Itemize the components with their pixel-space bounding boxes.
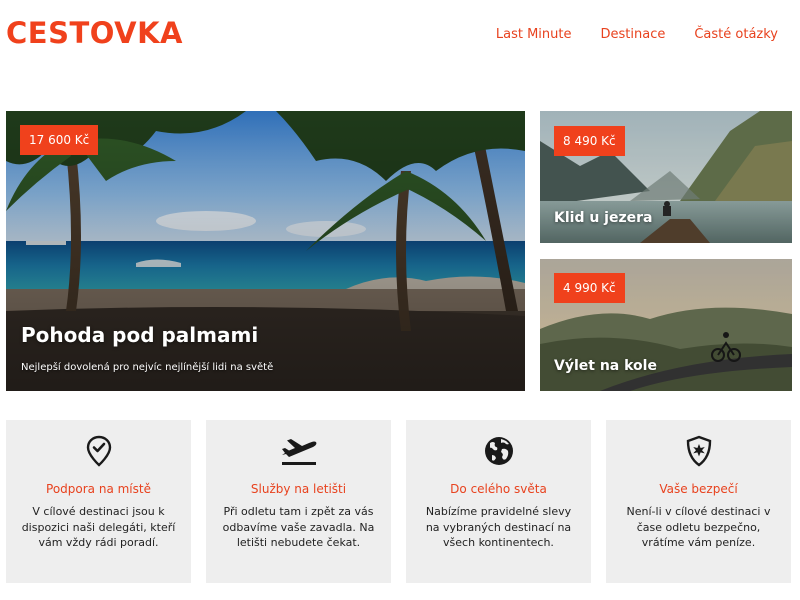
feature-title: Do celého světa (450, 482, 547, 496)
feature-text: Nabízíme pravidelné slevy na vybraných d… (425, 505, 572, 549)
feature-card-world: Do celého světa Nabízíme pravidelné slev… (406, 420, 591, 583)
feature-card-support: Podpora na místě V cílové destinaci jsou… (6, 420, 191, 583)
tile-title: Výlet na kole (554, 358, 657, 374)
price-badge: 17 600 Kč (20, 125, 99, 155)
location-check-icon (86, 435, 111, 467)
feature-title: Služby na letišti (250, 482, 347, 496)
globe-icon (484, 437, 513, 465)
offer-tile-bike[interactable]: 4 990 Kč Výlet na kole (540, 259, 792, 391)
tile-title: Pohoda pod palmami (21, 323, 259, 347)
nav-link-caste-otazky[interactable]: Časté otázky (694, 27, 778, 42)
price-badge: 4 990 Kč (554, 273, 625, 303)
feature-text: V cílové destinaci jsou k dispozici naši… (21, 505, 176, 549)
shield-icon (686, 435, 711, 467)
nav-link-last-minute[interactable]: Last Minute (496, 27, 572, 42)
feature-text: Není-li v cílové destinaci v čase odletu… (626, 505, 771, 549)
feature-title: Podpora na místě (46, 482, 151, 496)
nav-link-destinace[interactable]: Destinace (601, 27, 666, 42)
airplane-departure-icon (281, 439, 316, 465)
site-logo[interactable]: CESTOVKA (6, 16, 183, 50)
feature-text: Při odletu tam i zpět za vás odbavíme va… (222, 505, 375, 549)
price-badge: 8 490 Kč (554, 126, 625, 156)
tile-title: Klid u jezera (554, 210, 653, 226)
tile-subtitle: Nejlepší dovolená pro nejvíc nejlínější … (21, 362, 274, 373)
feature-title: Vaše bezpečí (659, 482, 738, 496)
feature-card-safety: Vaše bezpečí Není-li v cílové destinaci … (606, 420, 791, 583)
offer-tile-palms[interactable]: 17 600 Kč Pohoda pod palmami Nejlepší do… (6, 111, 525, 391)
offer-tile-lake[interactable]: 8 490 Kč Klid u jezera (540, 111, 792, 243)
feature-card-airport: Služby na letišti Při odletu tam i zpět … (206, 420, 391, 583)
main-nav: Last Minute Destinace Časté otázky (496, 27, 778, 42)
